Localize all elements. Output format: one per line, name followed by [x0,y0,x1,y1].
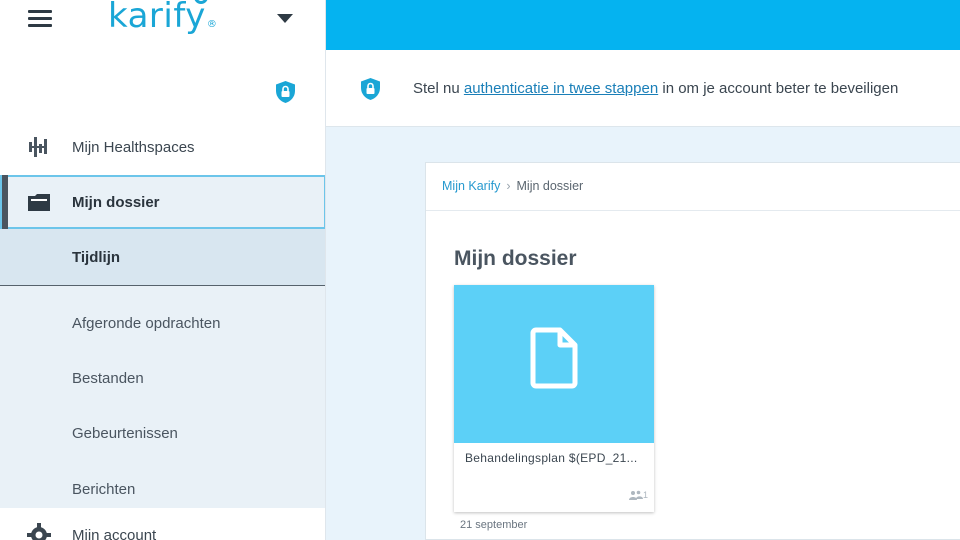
breadcrumb-separator: › [506,179,511,193]
shield-lock-icon[interactable] [275,80,296,104]
share-indicator: 1 [628,490,648,500]
dossier-submenu: Tijdlijn Afgeronde opdrachten Bestanden … [0,229,325,508]
submenu-item-label: Afgeronde opdrachten [72,315,221,332]
card-thumbnail [454,285,654,443]
sidebar: karify® Mijn Healthspaces Mijn dossier T… [0,0,326,540]
sidebar-item-label: Mijn Healthspaces [72,138,195,156]
sidebar-item-healthspaces[interactable]: Mijn Healthspaces [0,126,325,168]
breadcrumb-current: Mijn dossier [516,179,584,193]
sidebar-item-dossier[interactable]: Mijn dossier [0,175,325,229]
submenu-item-label: Gebeurtenissen [72,425,178,442]
submenu-item-label: Tijdlijn [72,249,121,266]
two-factor-link[interactable]: authenticatie in twee stappen [464,80,658,97]
karify-logo[interactable]: karify® [108,0,217,36]
sidebar-item-label: Mijn dossier [72,193,160,211]
card-date: 21 september [460,519,528,531]
two-factor-notice: Stel nu authenticatie in twee stappen in… [326,50,960,127]
sidebar-item-account[interactable]: Mijn account [0,516,325,540]
card-title: Behandelingsplan $(EPD_21... [465,451,638,465]
shield-lock-icon [361,78,380,100]
healthspaces-icon [26,134,52,160]
page-title: Mijn dossier [454,247,577,270]
submenu-item-gebeurtenissen[interactable]: Gebeurtenissen [0,407,325,462]
share-count: 1 [642,490,648,500]
main-panel: Mijn Karify › Mijn dossier Mijn dossier Be… [425,162,960,540]
breadcrumb: Mijn Karify › Mijn dossier [442,179,583,193]
sidebar-item-label: Mijn account [72,527,157,540]
top-bar [326,0,960,50]
document-icon [530,327,578,389]
gear-icon [26,522,52,540]
folder-icon [26,189,52,215]
sidebar-header: karify® [0,0,325,44]
breadcrumb-home-link[interactable]: Mijn Karify [442,179,500,193]
menu-icon[interactable] [28,10,52,30]
submenu-item-label: Bestanden [72,370,144,387]
chevron-down-icon[interactable] [277,14,293,23]
submenu-item-bestanden[interactable]: Bestanden [0,352,325,407]
notice-text: Stel nu authenticatie in twee stappen in… [413,80,899,97]
divider [426,210,960,211]
document-card[interactable]: Behandelingsplan $(EPD_21... 1 [454,285,654,512]
submenu-item-tijdlijn[interactable]: Tijdlijn [0,229,325,286]
submenu-item-berichten[interactable]: Berichten [0,463,325,518]
users-icon [628,490,643,500]
submenu-item-label: Berichten [72,481,136,498]
submenu-item-afgeronde-opdrachten[interactable]: Afgeronde opdrachten [0,297,325,352]
